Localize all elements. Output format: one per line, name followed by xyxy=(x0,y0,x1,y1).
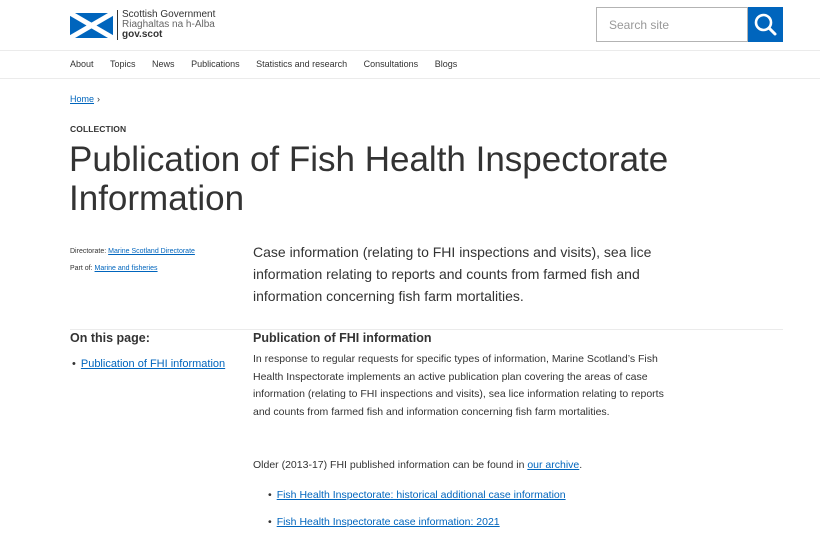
archive-text-end: . xyxy=(579,459,583,471)
breadcrumb-home-link[interactable]: Home xyxy=(70,94,94,104)
breadcrumb: Home › xyxy=(70,94,100,104)
nav-item-consultations[interactable]: Consultations xyxy=(364,59,419,69)
publication-link[interactable]: Fish Health Inspectorate: historical add… xyxy=(277,489,566,501)
search-button[interactable] xyxy=(748,7,783,42)
partof-label: Part of: xyxy=(70,265,93,272)
partof-link[interactable]: Marine and fisheries xyxy=(95,265,158,272)
list-item: Fish Health Inspectorate: historical add… xyxy=(268,489,566,516)
nav-item-statistics[interactable]: Statistics and research xyxy=(256,59,347,69)
directorate-label: Directorate: xyxy=(70,248,107,255)
main-navigation: About Topics News Publications Statistic… xyxy=(0,51,820,79)
breadcrumb-separator: › xyxy=(97,94,101,104)
page-metadata: Directorate: Marine Scotland Directorate… xyxy=(70,243,195,277)
directorate-link[interactable]: Marine Scotland Directorate xyxy=(108,248,195,255)
nav-item-topics[interactable]: Topics xyxy=(110,59,136,69)
archive-link[interactable]: our archive xyxy=(527,459,579,471)
content-divider xyxy=(70,329,783,330)
list-item: Fish Health Inspectorate case informatio… xyxy=(268,516,566,543)
nav-item-news[interactable]: News xyxy=(152,59,175,69)
site-header: Scottish Government Riaghaltas na h-Alba… xyxy=(0,0,820,51)
publication-links: Fish Health Inspectorate: historical add… xyxy=(268,489,566,543)
saltire-flag-icon xyxy=(70,12,113,38)
nav-item-publications[interactable]: Publications xyxy=(191,59,240,69)
page-label: COLLECTION xyxy=(70,124,127,134)
logo-text: Scottish Government Riaghaltas na h-Alba… xyxy=(117,10,215,40)
search-icon xyxy=(754,13,777,36)
list-item: Publication of FHI information xyxy=(72,358,225,370)
logo-line-domain: gov.scot xyxy=(122,29,163,40)
site-logo[interactable]: Scottish Government Riaghaltas na h-Alba… xyxy=(70,10,215,40)
section-paragraph: In response to regular requests for spec… xyxy=(253,353,664,418)
page-title: Publication of Fish Health Inspectorate … xyxy=(69,140,669,218)
nav-item-blogs[interactable]: Blogs xyxy=(435,59,458,69)
on-this-page-list: Publication of FHI information xyxy=(72,358,225,370)
archive-text: Older (2013-17) FHI published informatio… xyxy=(253,459,528,471)
search-input[interactable] xyxy=(596,7,748,42)
nav-item-about[interactable]: About xyxy=(70,59,94,69)
on-this-page-link[interactable]: Publication of FHI information xyxy=(81,358,225,370)
site-search xyxy=(596,7,783,42)
archive-paragraph: Older (2013-17) FHI published informatio… xyxy=(253,457,673,475)
publication-link[interactable]: Fish Health Inspectorate case informatio… xyxy=(277,516,500,528)
page-summary: Case information (relating to FHI inspec… xyxy=(253,244,652,304)
section-title: Publication of FHI information xyxy=(253,331,432,345)
on-this-page-title: On this page: xyxy=(70,331,150,345)
